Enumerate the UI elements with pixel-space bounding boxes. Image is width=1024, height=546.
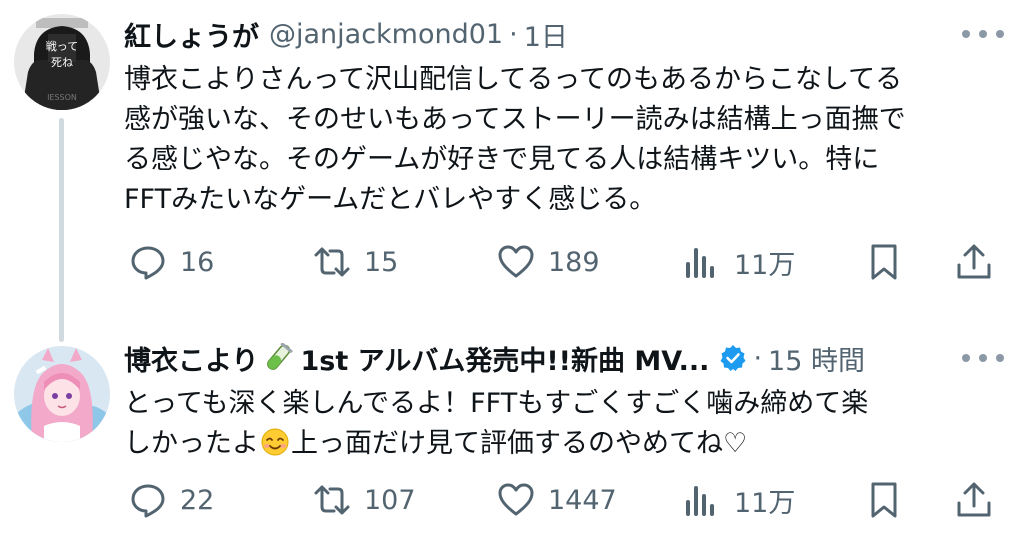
more-icon[interactable]	[962, 22, 1004, 46]
tweet-text-line: 感が強いな、そのせいもあってストーリー読みは結構上っ面撫で	[124, 104, 906, 135]
tweet-text-segment: しかったよ	[124, 428, 259, 459]
share-icon	[957, 244, 991, 279]
bookmark-icon	[871, 482, 897, 518]
retweet-button[interactable]: 107	[312, 476, 416, 524]
svg-text:死ね: 死ね	[51, 56, 73, 69]
name-suffix[interactable]: 1st アルバム発売中!!新曲 MV...	[300, 339, 709, 378]
views-count: 11万	[734, 487, 796, 519]
tweet-text-line: る感じやな。そのゲームが好きで見てる人は結構キツい。特に	[124, 144, 880, 175]
action-bar: 22 107 1447 11万	[124, 476, 1002, 524]
reply-button[interactable]: 16	[128, 238, 214, 286]
separator: ·	[753, 342, 763, 374]
bookmark-icon	[871, 244, 897, 280]
dark-figure-avatar-icon: 戦って 死ね IESSON	[14, 14, 110, 110]
separator: ·	[509, 18, 518, 50]
share-icon	[957, 482, 991, 517]
tweet-text-line: とっても深く楽しんでるよ！FFTもすごくすごく噛み締めて楽	[124, 388, 869, 419]
svg-text:IESSON: IESSON	[47, 93, 77, 102]
reply-count: 22	[180, 484, 215, 516]
tweet-text-segment: 上っ面だけ見て評価するのやめてね♡	[291, 428, 748, 459]
svg-text:戦って: 戦って	[46, 40, 78, 53]
reply-button[interactable]: 22	[128, 476, 214, 524]
like-count: 1447	[548, 484, 617, 516]
tweet-text-line: FFTみたいなゲームだとバレやすく感じる。	[124, 184, 657, 215]
retweet-icon	[314, 485, 350, 515]
share-button[interactable]	[954, 238, 994, 286]
action-bar: 16 15 189 11万	[124, 238, 1002, 286]
bookmark-button[interactable]	[864, 238, 904, 286]
test-tube-emoji-icon	[267, 343, 294, 370]
more-icon[interactable]	[962, 346, 1004, 370]
views-bar-chart-icon	[686, 248, 714, 278]
reply-icon	[131, 246, 165, 280]
tweet-text-line-2: しかったよ 上っ面だけ見て評価するのやめてね♡	[124, 424, 1004, 464]
like-count: 189	[548, 246, 600, 278]
retweet-count: 15	[364, 246, 399, 278]
reply-count: 16	[180, 246, 215, 278]
author-handle[interactable]: @janjackmond01	[269, 19, 503, 50]
views-bar-chart-icon	[686, 486, 714, 516]
retweet-count: 107	[364, 484, 416, 516]
smiling-face-emoji-icon	[261, 428, 289, 456]
retweet-button[interactable]: 15	[312, 238, 398, 286]
avatar[interactable]: 戦って 死ね IESSON	[14, 14, 110, 110]
tweet-header: 博衣こより 1st アルバム発売中!!新曲 MV... · 15 時間	[124, 338, 865, 378]
like-button[interactable]: 189	[496, 238, 600, 286]
bookmark-button[interactable]	[864, 476, 904, 524]
reply-icon	[131, 484, 165, 518]
heart-icon	[498, 483, 534, 516]
tweet-header: 紅しょうが @janjackmond01 · 1日	[124, 14, 568, 54]
like-button[interactable]: 1447	[496, 476, 617, 524]
tweet-text: 博衣こよりさんって沢山配信してるってのもあるからこなしてる 感が強いな、そのせい…	[124, 60, 1004, 220]
pink-anime-avatar-icon	[14, 346, 110, 442]
timestamp[interactable]: 1日	[524, 15, 568, 54]
heart-icon	[498, 245, 534, 278]
tweet: 戦って 死ね IESSON 紅しょうが @janjackmond01 · 1日 …	[0, 0, 1024, 342]
timestamp[interactable]: 15 時間	[768, 339, 865, 378]
retweet-icon	[314, 247, 350, 277]
views-count: 11万	[734, 249, 796, 281]
author-name[interactable]: 紅しょうが	[124, 15, 259, 54]
tweet-text-line: 博衣こよりさんって沢山配信してるってのもあるからこなしてる	[124, 64, 903, 95]
avatar[interactable]	[14, 346, 110, 442]
views-button[interactable]: 11万	[682, 476, 795, 524]
tweet: 博衣こより 1st アルバム発売中!!新曲 MV... · 15 時間 とっても…	[0, 320, 1024, 546]
author-name[interactable]: 博衣こより	[124, 339, 258, 378]
tweet-text: とっても深く楽しんでるよ！FFTもすごくすごく噛み締めて楽 しかったよ 上っ面だ…	[124, 384, 1004, 464]
thread-line	[59, 118, 64, 342]
share-button[interactable]	[954, 476, 994, 524]
views-button[interactable]: 11万	[682, 238, 795, 286]
verified-badge-icon	[720, 345, 746, 371]
